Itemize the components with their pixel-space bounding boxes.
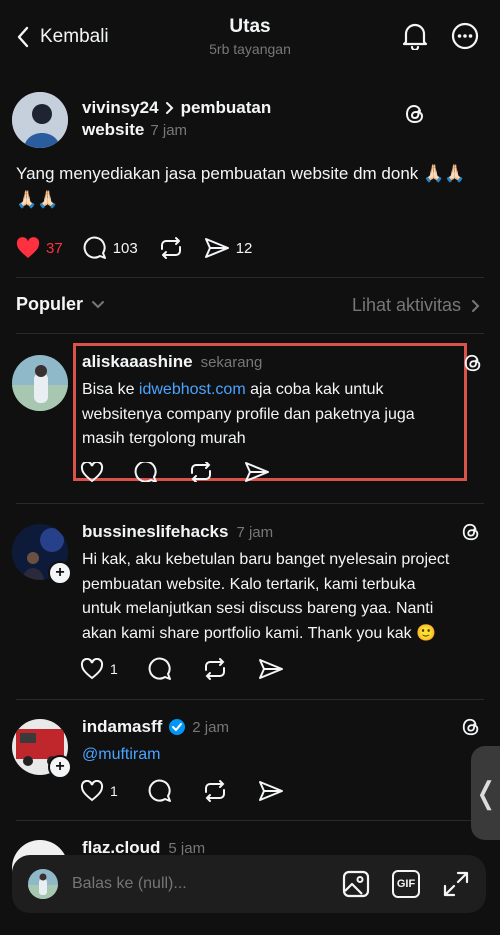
reply-text: Hi kak, aku kebetulan baru banget nyeles…: [82, 548, 492, 646]
reply-text-line: pembuatan website. Kalo tertarik, kami t…: [82, 575, 416, 593]
divider: [16, 277, 484, 278]
like-count: 1: [110, 783, 118, 799]
reply-text-line: masih tergolong murah: [82, 430, 246, 447]
plus-icon: +: [55, 564, 65, 581]
thread-topic-continued[interactable]: website: [82, 120, 144, 140]
reply-text: @muftiram: [82, 743, 160, 768]
view-activity-label: Lihat aktivitas: [351, 295, 461, 315]
reply-link[interactable]: idwebhost.com: [139, 381, 246, 398]
reply-text-line: websitenya company profile dan paketnya …: [82, 405, 415, 423]
gif-button[interactable]: GIF: [392, 870, 420, 898]
main-post-actions: 37 103 12: [16, 236, 252, 260]
reply-text-line: untuk melanjutkan sesi discuss bareng ya…: [82, 600, 434, 617]
like-count: 1: [110, 661, 118, 677]
sort-dropdown[interactable]: Populer: [16, 294, 105, 315]
post-timestamp: 7 jam: [150, 122, 188, 139]
notifications-button[interactable]: [400, 20, 430, 52]
reply-text-line: akan kami share portfolio kami. Thank yo…: [82, 624, 437, 642]
send-icon[interactable]: [244, 462, 270, 482]
share-button[interactable]: 12: [204, 236, 253, 260]
chevron-right-icon: [165, 101, 175, 115]
divider: [16, 333, 484, 334]
comment-icon[interactable]: [134, 462, 158, 482]
expand-icon[interactable]: [442, 870, 470, 898]
send-icon: [204, 236, 230, 260]
reply-composer: GIF: [12, 855, 486, 913]
reply-input[interactable]: [72, 875, 334, 893]
reply-text-line: Hi kak, aku kebetulan baru banget nyeles…: [82, 551, 450, 568]
heart-icon[interactable]: [80, 462, 104, 482]
main-post-text-line: 🙏🏻🙏🏻: [16, 190, 59, 209]
reply-header: bussineslifehacks 7 jam: [82, 522, 273, 542]
repost-icon: [158, 236, 184, 260]
repost-icon[interactable]: [202, 779, 228, 803]
threads-logo-icon[interactable]: [461, 521, 481, 543]
reply-username[interactable]: bussineslifehacks: [82, 522, 228, 542]
follow-button[interactable]: +: [48, 755, 72, 779]
chevron-right-icon: [471, 299, 480, 313]
heart-filled-icon: [16, 237, 40, 259]
main-post-header: vivinsy24 pembuatan website 7 jam: [82, 98, 382, 140]
avatar[interactable]: [12, 355, 68, 411]
heart-icon: [80, 658, 104, 680]
repost-icon[interactable]: [188, 462, 214, 482]
reply-timestamp: sekarang: [200, 354, 263, 371]
comment-icon: [83, 236, 107, 260]
divider: [16, 699, 484, 700]
reply-header: indamasff 2 jam: [82, 717, 229, 737]
bell-icon: [402, 22, 428, 50]
author-username[interactable]: vivinsy24: [82, 98, 159, 118]
main-post-text: Yang menyediakan jasa pembuatan website …: [16, 161, 486, 213]
repost-button[interactable]: [158, 236, 184, 260]
more-horizontal-icon: [451, 22, 479, 50]
threads-logo-icon[interactable]: [404, 102, 426, 126]
follow-button[interactable]: +: [48, 561, 72, 585]
sort-label: Populer: [16, 294, 84, 314]
reply-actions: [80, 462, 270, 482]
reply-timestamp: 2 jam: [192, 718, 229, 736]
threads-logo-icon[interactable]: [461, 716, 481, 738]
reply-username[interactable]: indamasff: [82, 717, 162, 737]
reply-timestamp: 7 jam: [236, 524, 274, 541]
repost-icon[interactable]: [202, 657, 228, 681]
reply-actions: 1: [80, 779, 284, 803]
plus-icon: +: [55, 758, 65, 775]
reply-text-segment: aja coba kak untuk: [245, 381, 384, 398]
composer-avatar: [28, 869, 58, 899]
reply-header: aliskaaashine sekarang: [82, 352, 262, 372]
divider: [16, 820, 484, 821]
reply-username[interactable]: aliskaaashine: [82, 352, 193, 372]
view-activity-link[interactable]: Lihat aktivitas: [352, 295, 480, 316]
chevron-left-icon: ❬: [473, 776, 499, 810]
thread-topic[interactable]: pembuatan: [181, 98, 272, 118]
heart-icon: [80, 780, 104, 802]
send-icon[interactable]: [258, 657, 284, 681]
like-button[interactable]: 1: [80, 780, 118, 802]
chevron-down-icon: [91, 300, 105, 310]
like-count: 37: [46, 239, 63, 257]
reply-text-segment: Bisa ke: [82, 381, 139, 398]
avatar[interactable]: [12, 92, 68, 148]
like-button[interactable]: 1: [80, 658, 118, 680]
image-icon[interactable]: [342, 870, 370, 898]
side-panel-handle[interactable]: ❬: [471, 746, 500, 840]
mention-link[interactable]: @muftiram: [82, 746, 160, 763]
divider: [16, 503, 484, 504]
share-count: 12: [235, 239, 253, 257]
comment-icon[interactable]: [148, 657, 172, 681]
reply-actions: 1: [80, 657, 284, 681]
comment-icon[interactable]: [148, 779, 172, 803]
more-options-button[interactable]: [450, 21, 480, 51]
send-icon[interactable]: [258, 779, 284, 803]
reply-count: 103: [112, 239, 138, 257]
reply-button[interactable]: 103: [83, 236, 138, 260]
like-button[interactable]: 37: [16, 237, 63, 259]
verified-badge-icon: [168, 718, 186, 736]
reply-text: Bisa ke idwebhost.com aja coba kak untuk…: [82, 378, 482, 452]
threads-logo-icon[interactable]: [463, 352, 483, 374]
main-post-text-line: Yang menyediakan jasa pembuatan website …: [16, 164, 466, 183]
gif-label: GIF: [396, 878, 416, 890]
